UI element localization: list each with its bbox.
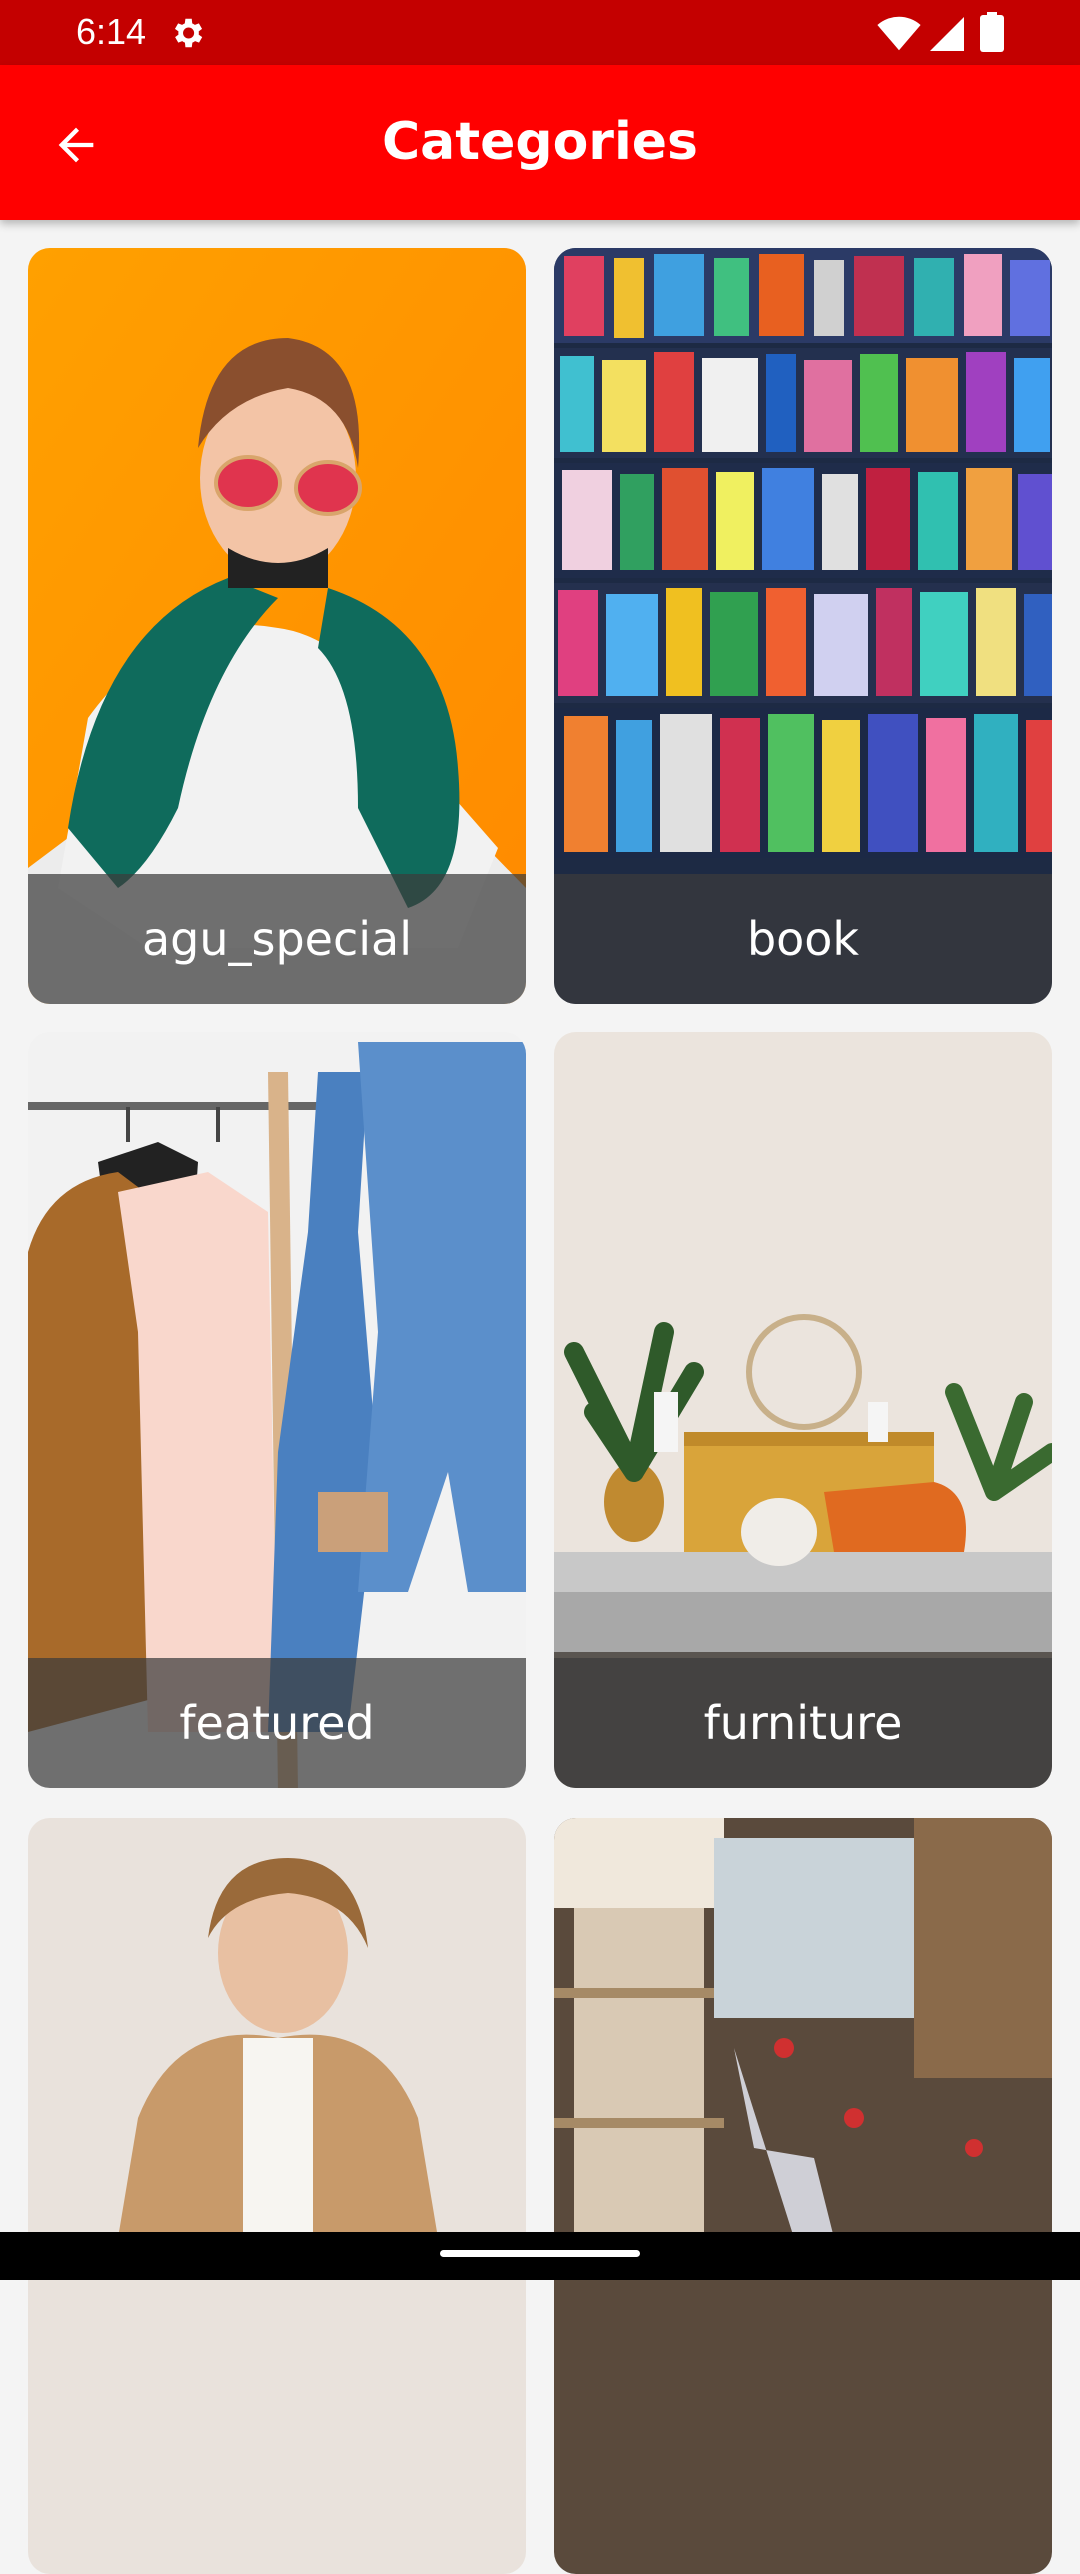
- category-label: book: [554, 874, 1052, 1004]
- app-bar: Categories: [0, 65, 1080, 220]
- gear-icon: [174, 18, 203, 48]
- back-button[interactable]: [40, 109, 112, 181]
- home-handle[interactable]: [440, 2250, 640, 2257]
- category-label: featured: [28, 1658, 526, 1788]
- status-time: 6:14: [76, 11, 147, 52]
- wifi-icon: [877, 16, 921, 51]
- battery-icon: [980, 12, 1004, 52]
- category-card-5[interactable]: [28, 1818, 526, 2574]
- category-card-6[interactable]: [554, 1818, 1052, 2574]
- signal-icon: [930, 17, 964, 51]
- status-bar: 6:14: [0, 0, 1080, 65]
- page-title: Categories: [381, 112, 698, 172]
- category-card-featured[interactable]: featured: [28, 1032, 526, 1788]
- category-image: [554, 1818, 1052, 2574]
- category-image: [28, 1818, 526, 2574]
- category-card-furniture[interactable]: furniture: [554, 1032, 1052, 1788]
- category-label: furniture: [554, 1658, 1052, 1788]
- arrow-left-icon: [58, 127, 94, 163]
- navigation-bar: [0, 2232, 1080, 2280]
- category-card-agu-special[interactable]: agu_special: [28, 248, 526, 1004]
- category-label: agu_special: [28, 874, 526, 1004]
- category-card-book[interactable]: book: [554, 248, 1052, 1004]
